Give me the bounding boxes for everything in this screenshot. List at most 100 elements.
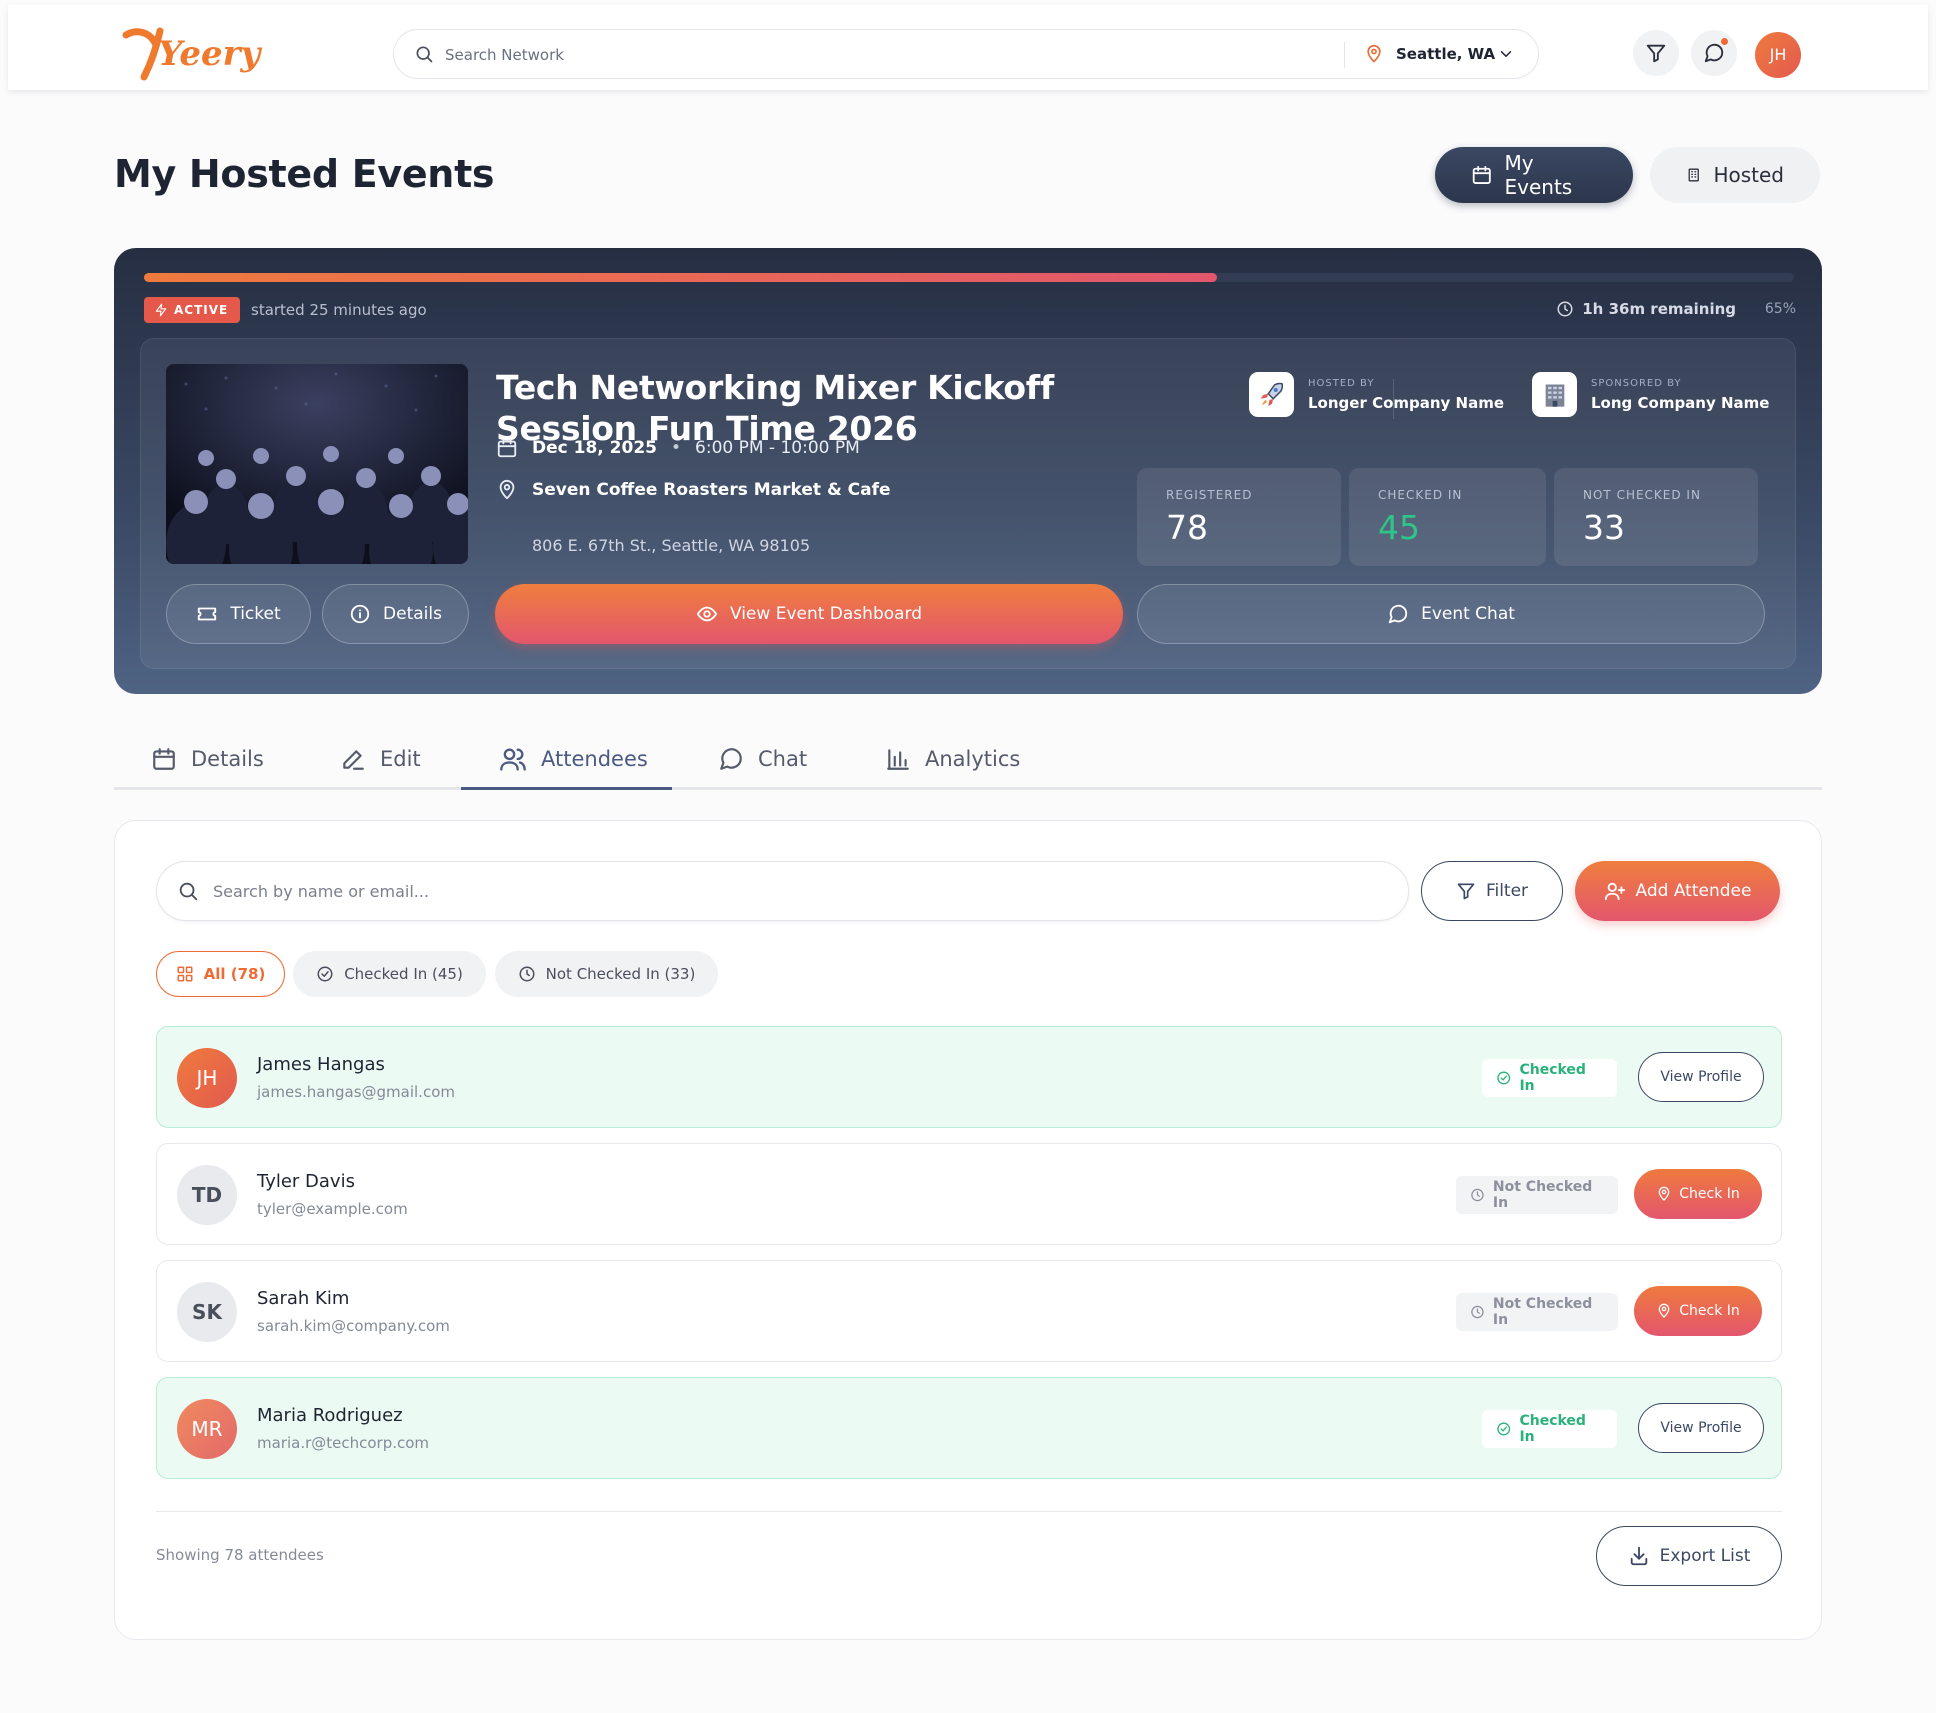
- host-info: HOSTED BY Longer Company Name: [1249, 372, 1504, 417]
- sponsored-by-caption: SPONSORED BY: [1591, 377, 1682, 389]
- active-badge: ACTIVE: [144, 297, 241, 323]
- building-icon: [1688, 168, 1699, 182]
- add-attendee-label: Add Attendee: [1635, 881, 1752, 901]
- hosted-by-caption: HOSTED BY: [1308, 377, 1375, 389]
- event-date-row: Dec 18, 2025 • 6:00 PM - 10:00 PM: [496, 437, 860, 459]
- attendee-row[interactable]: TD Tyler Davis tyler@example.com Not Che…: [156, 1143, 1782, 1245]
- grid-icon: [177, 966, 193, 982]
- view-profile-button[interactable]: View Profile: [1638, 1052, 1764, 1102]
- time-remaining: 1h 36m remaining: [1556, 300, 1736, 318]
- sponsor-name[interactable]: Long Company Name: [1591, 394, 1769, 412]
- check-circle-icon: [1497, 1422, 1511, 1436]
- event-chat-button[interactable]: Event Chat: [1137, 584, 1765, 644]
- tab-chat[interactable]: Chat: [718, 730, 807, 788]
- filter-icon: [1646, 44, 1666, 63]
- event-tabs: Details Edit Attendees Chat Analytics: [114, 730, 1822, 790]
- logo-text: Yeery: [158, 34, 262, 74]
- download-icon: [1630, 1546, 1647, 1566]
- filter-chip-not-checked-in[interactable]: Not Checked In (33): [495, 951, 718, 997]
- network-search[interactable]: Search Network Seattle, WA: [393, 29, 1539, 79]
- event-progress-fill: [144, 273, 1217, 282]
- rocket-icon: [1249, 372, 1294, 417]
- status-label: Not Checked In: [1492, 1179, 1593, 1211]
- attendee-row[interactable]: JH James Hangas james.hangas@gmail.com C…: [156, 1026, 1782, 1128]
- event-date: Dec 18, 2025: [532, 438, 657, 458]
- filter-icon: [1457, 883, 1475, 900]
- clock-icon: [1471, 1305, 1484, 1319]
- ticket-button[interactable]: Ticket: [166, 584, 311, 644]
- yeery-logo[interactable]: Yeery: [120, 21, 270, 83]
- attendee-filter-button[interactable]: Filter: [1421, 861, 1563, 921]
- registered-label: REGISTERED: [1166, 488, 1253, 502]
- hosted-button[interactable]: Hosted: [1650, 147, 1820, 203]
- active-tab-indicator: [461, 787, 672, 790]
- host-name[interactable]: Longer Company Name: [1308, 394, 1504, 412]
- view-dashboard-label: View Event Dashboard: [729, 604, 923, 624]
- details-label: Details: [383, 604, 442, 624]
- tab-attendees[interactable]: Attendees: [499, 730, 648, 788]
- active-badge-label: ACTIVE: [174, 303, 229, 317]
- attendee-email: maria.r@techcorp.com: [257, 1434, 430, 1452]
- attendees-panel: Search by name or email... Filter Add At…: [114, 820, 1822, 1640]
- not-checked-in-label: NOT CHECKED IN: [1583, 488, 1701, 502]
- search-placeholder[interactable]: Search Network: [445, 46, 564, 64]
- view-dashboard-button[interactable]: View Event Dashboard: [495, 584, 1123, 644]
- messages-button[interactable]: [1691, 30, 1737, 76]
- time-remaining-label: 1h 36m remaining: [1582, 300, 1736, 318]
- view-profile-button[interactable]: View Profile: [1638, 1403, 1764, 1453]
- calendar-icon: [153, 748, 175, 770]
- event-chat-label: Event Chat: [1421, 604, 1515, 624]
- notification-dot: [1721, 38, 1728, 45]
- clock-icon: [1557, 301, 1573, 317]
- info-icon: [350, 604, 370, 624]
- users-icon: [500, 748, 526, 771]
- registered-count: 78: [1166, 508, 1208, 547]
- attendee-row[interactable]: MR Maria Rodriguez maria.r@techcorp.com …: [156, 1377, 1782, 1479]
- bar-chart-icon: [887, 749, 909, 770]
- filter-label: Filter: [1485, 881, 1529, 901]
- status-label: Checked In: [1519, 1413, 1586, 1445]
- user-plus-icon: [1604, 882, 1625, 901]
- add-attendee-button[interactable]: Add Attendee: [1575, 861, 1780, 921]
- tab-edit[interactable]: Edit: [340, 730, 421, 788]
- location-pin-icon: [1658, 1303, 1670, 1318]
- filter-chip-checked-in[interactable]: Checked In (45): [293, 951, 486, 997]
- attendee-row[interactable]: SK Sarah Kim sarah.kim@company.com Not C…: [156, 1260, 1782, 1362]
- my-events-button[interactable]: My Events: [1435, 147, 1633, 203]
- my-events-label: My Events: [1504, 151, 1573, 199]
- chip-all-label: All (78): [203, 965, 266, 983]
- export-list-button[interactable]: Export List: [1596, 1526, 1782, 1586]
- attendee-name: James Hangas: [257, 1054, 385, 1075]
- tab-details[interactable]: Details: [151, 730, 264, 788]
- location-pin-icon: [1367, 44, 1381, 63]
- location-selector[interactable]: Seattle, WA: [1396, 45, 1495, 63]
- chip-not-checked-in-label: Not Checked In (33): [545, 965, 696, 983]
- details-button[interactable]: Details: [322, 584, 469, 644]
- status-badge: Not Checked In: [1456, 1176, 1618, 1214]
- filter-chip-all[interactable]: All (78): [156, 951, 285, 997]
- pencil-icon: [343, 750, 364, 770]
- event-time: 6:00 PM - 10:00 PM: [695, 438, 860, 458]
- avatar: MR: [177, 1399, 237, 1459]
- status-label: Checked In: [1519, 1062, 1586, 1094]
- event-photo: [166, 364, 468, 564]
- clock-icon: [1471, 1188, 1484, 1202]
- chevron-down-icon[interactable]: [1497, 45, 1515, 63]
- check-in-button[interactable]: Check In: [1634, 1286, 1762, 1336]
- attendee-search-input[interactable]: Search by name or email...: [156, 861, 1409, 921]
- checked-in-stat: CHECKED IN 45: [1349, 468, 1546, 566]
- event-progress-bar: [144, 273, 1794, 282]
- checked-in-count: 45: [1378, 508, 1420, 547]
- calendar-icon: [1472, 166, 1491, 184]
- tab-analytics[interactable]: Analytics: [885, 730, 1020, 788]
- location-pin-icon: [499, 479, 515, 500]
- attendee-name: Sarah Kim: [257, 1288, 350, 1309]
- checked-in-label: CHECKED IN: [1378, 488, 1463, 502]
- attendee-search-placeholder: Search by name or email...: [213, 882, 430, 901]
- ticket-icon: [198, 607, 217, 621]
- check-in-button[interactable]: Check In: [1634, 1169, 1762, 1219]
- filter-button[interactable]: [1633, 30, 1679, 76]
- tab-analytics-label: Analytics: [925, 747, 1021, 771]
- user-avatar[interactable]: JH: [1755, 32, 1801, 78]
- not-checked-in-count: 33: [1583, 508, 1625, 547]
